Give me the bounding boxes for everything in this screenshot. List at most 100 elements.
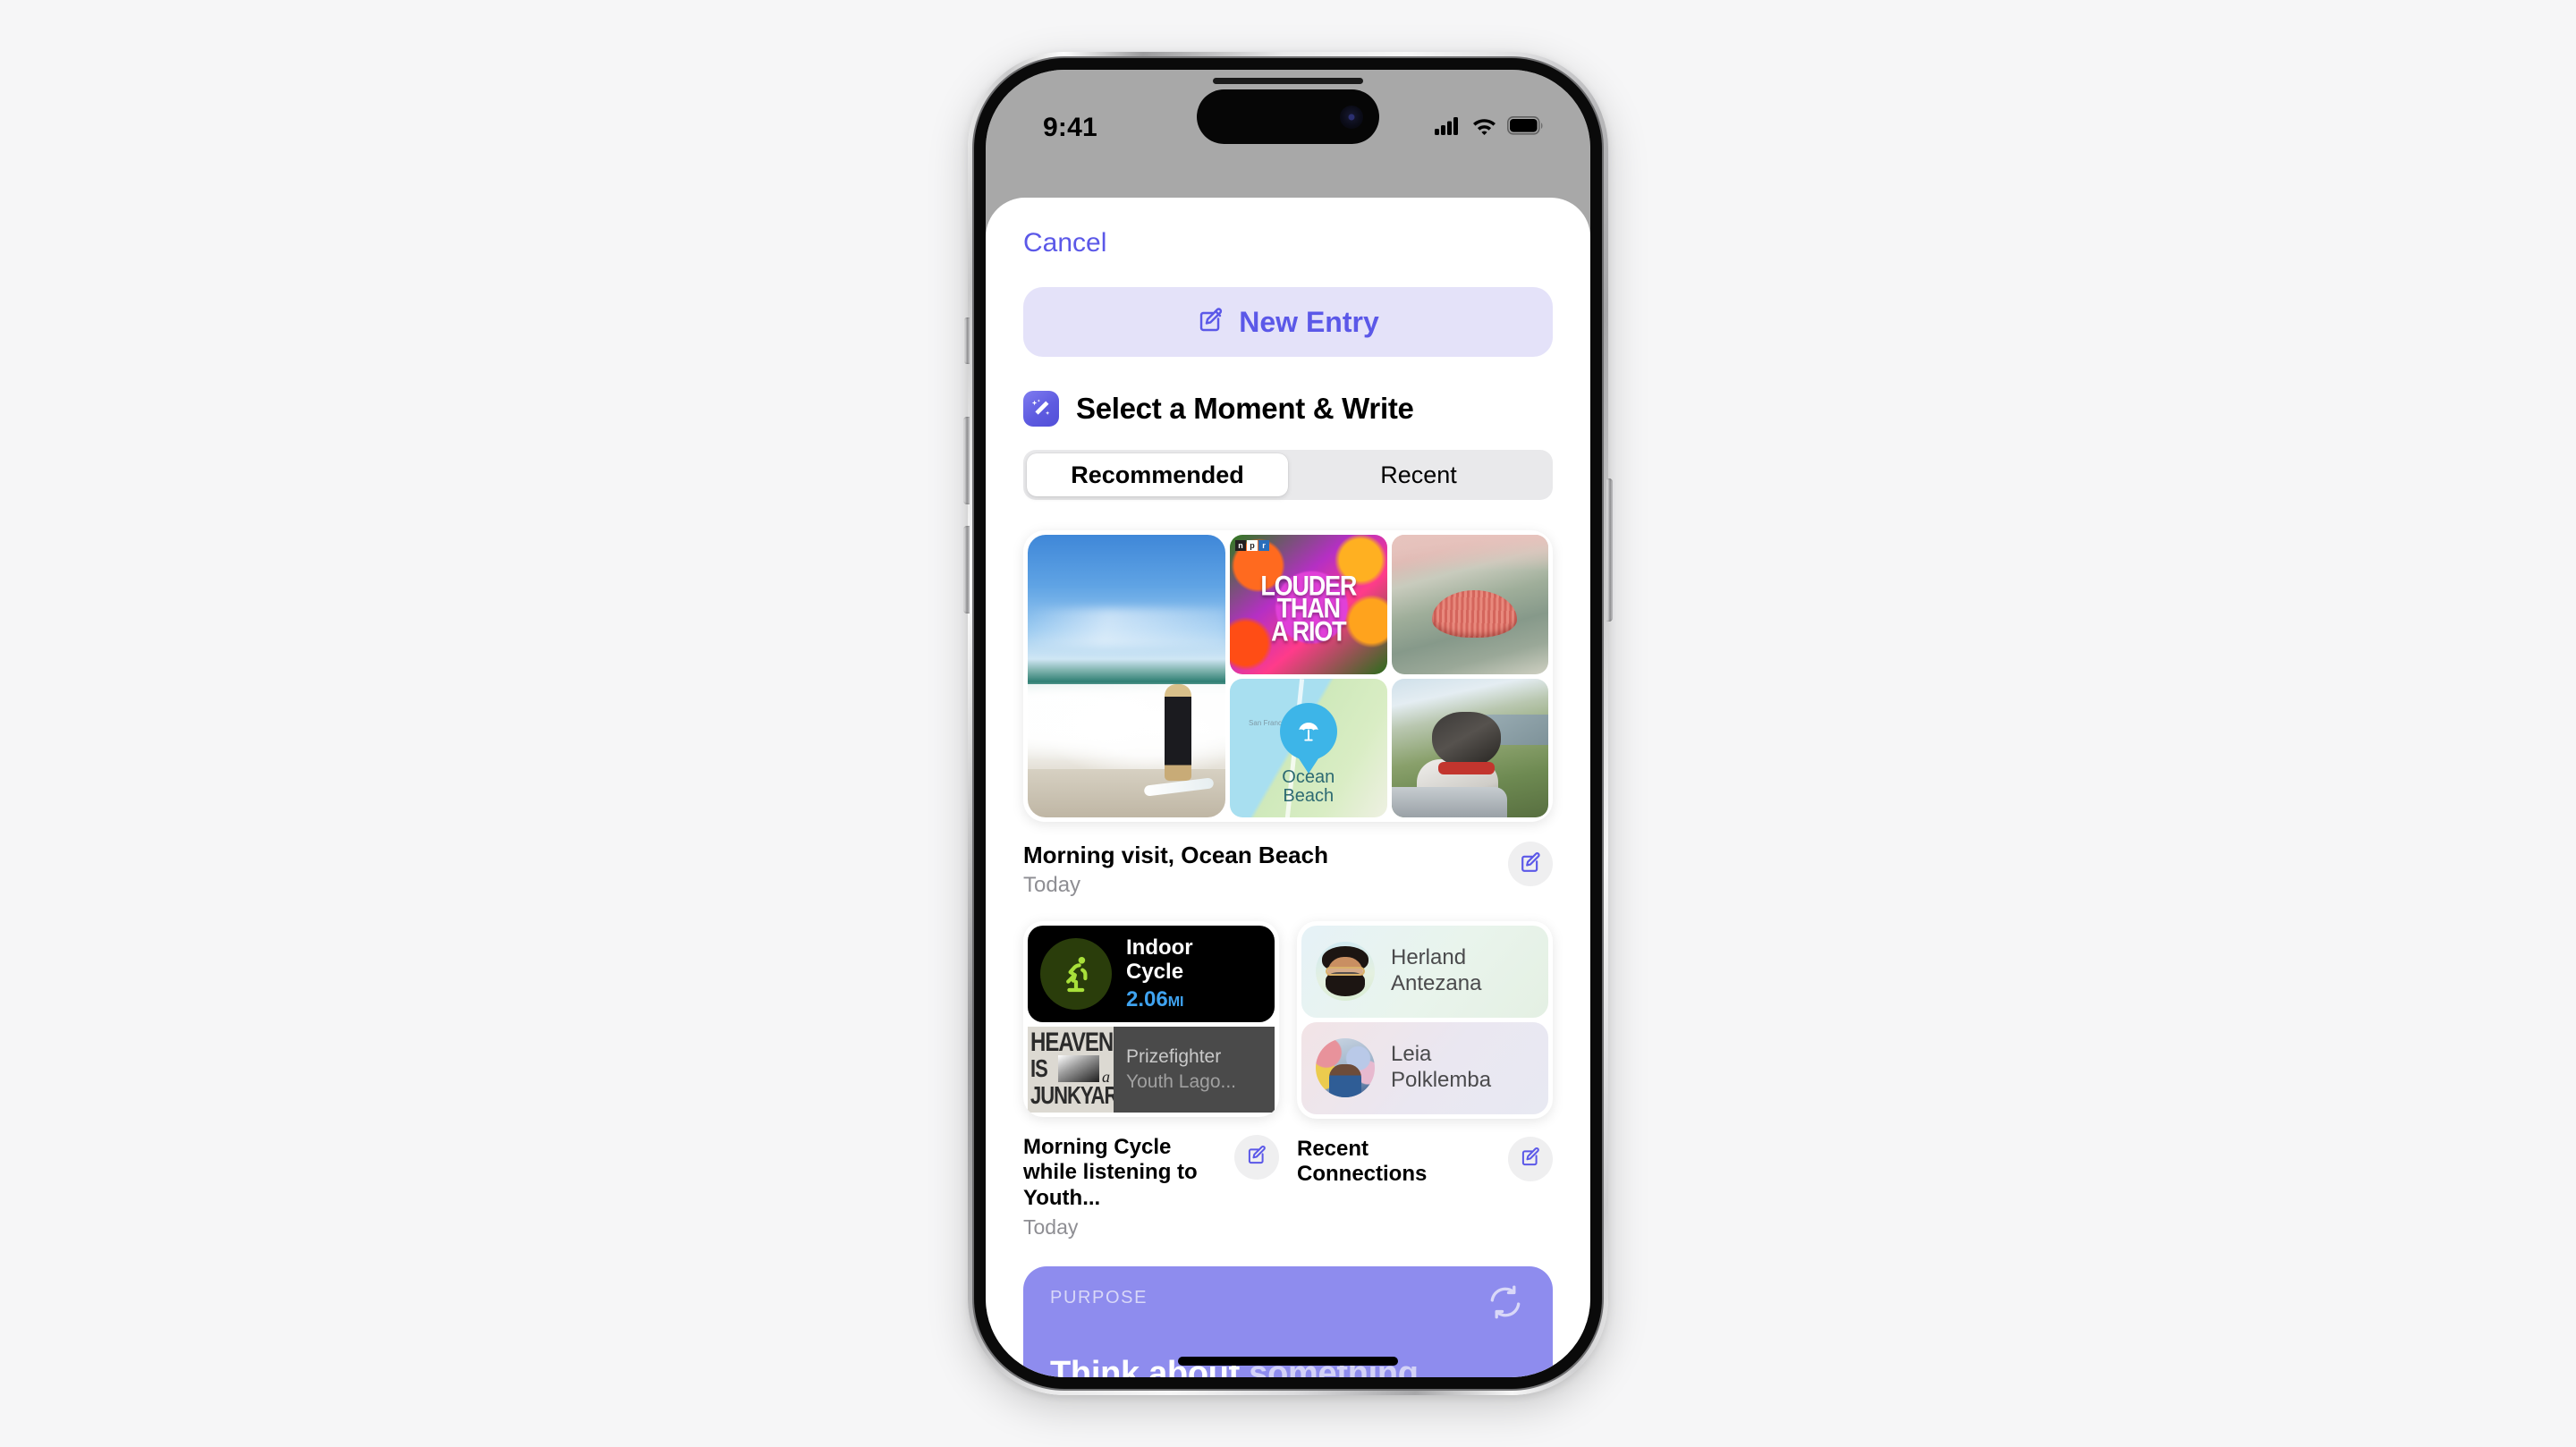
write-about-moment-button[interactable] xyxy=(1508,842,1553,886)
moment-card-morning-cycle[interactable]: Indoor Cycle 2.06MI HEAVEN IS a JUNKYA P… xyxy=(1023,920,1279,1117)
status-bar-indicators xyxy=(1435,116,1544,140)
new-entry-button[interactable]: New Entry xyxy=(1023,287,1553,357)
workout-distance: 2.06MI xyxy=(1126,987,1193,1012)
cancel-button[interactable]: Cancel xyxy=(1023,228,1106,258)
filter-segmented-control[interactable]: Recommended Recent xyxy=(1023,450,1553,500)
tab-recommended[interactable]: Recommended xyxy=(1027,453,1288,496)
connection-name-line-2: Antezana xyxy=(1391,971,1482,996)
write-about-moment-button[interactable] xyxy=(1508,1136,1553,1181)
npr-letter-r: r xyxy=(1258,540,1269,551)
page-title: Select a Moment & Write xyxy=(1076,392,1414,425)
dynamic-island xyxy=(1197,78,1379,144)
refresh-prompt-button[interactable] xyxy=(1485,1282,1526,1324)
tab-recent[interactable]: Recent xyxy=(1288,453,1549,496)
map-location-tile[interactable]: San Francisco Bay Ocean Beach xyxy=(1230,678,1387,817)
home-indicator[interactable] xyxy=(1178,1357,1398,1366)
sheet-header: Cancel xyxy=(986,198,1590,258)
photo-avatar xyxy=(1316,1038,1375,1098)
volume-up-button[interactable] xyxy=(963,417,970,504)
new-entry-label: New Entry xyxy=(1239,305,1379,338)
connection-name-line-1: Leia xyxy=(1391,1042,1432,1067)
podcast-artwork-tile[interactable]: n p r LOUDER THAN A RIOT xyxy=(1230,535,1387,674)
moment-caption-ocean-beach: Morning visit, Ocean Beach Today xyxy=(986,822,1590,898)
moments-two-up-row: Indoor Cycle 2.06MI HEAVEN IS a JUNKYA P… xyxy=(986,898,1590,1240)
moment-title: Morning visit, Ocean Beach xyxy=(1023,842,1328,868)
car-door-shape xyxy=(1391,786,1508,817)
purpose-card-header: PURPOSE xyxy=(1050,1285,1526,1324)
suggestions-list: n p r LOUDER THAN A RIOT San Francisco B… xyxy=(986,530,1590,1377)
moment-date: Today xyxy=(1023,1215,1079,1240)
moment-column-cycle: Indoor Cycle 2.06MI HEAVEN IS a JUNKYA P… xyxy=(1023,920,1279,1240)
caption-text-group: Recent Connections xyxy=(1297,1137,1499,1189)
surfer-figure xyxy=(1165,683,1192,781)
moment-card-ocean-beach[interactable]: n p r LOUDER THAN A RIOT San Francisco B… xyxy=(1023,530,1553,822)
seashell-photo-tile[interactable] xyxy=(1391,535,1548,674)
compose-pencil-icon xyxy=(1520,1147,1541,1171)
beach-umbrella-icon xyxy=(1279,702,1337,760)
caption-text-group: Morning visit, Ocean Beach Today xyxy=(1023,842,1328,898)
map-place-line-1: Ocean xyxy=(1282,766,1335,787)
device-screen: 9:41 Cancel New Entry Select a Moment & … xyxy=(986,70,1590,1377)
caption-text-group: Morning Cycle while listening to Youth..… xyxy=(1023,1135,1225,1240)
album-artwork: HEAVEN IS a JUNKYARD xyxy=(1028,1026,1114,1113)
journal-suggestions-sheet: Cancel New Entry Select a Moment & Write… xyxy=(986,198,1590,1377)
silent-switch-button[interactable] xyxy=(964,317,970,364)
dog-head-shape xyxy=(1432,711,1502,767)
collage-right-column: n p r LOUDER THAN A RIOT San Francisco B… xyxy=(1230,535,1548,817)
npr-logo-icon: n p r xyxy=(1235,540,1269,551)
memoji-avatar xyxy=(1316,942,1375,1002)
connection-name-line-2: Polklemba xyxy=(1391,1068,1492,1093)
compose-pencil-icon xyxy=(1519,851,1542,877)
dog-collar-shape xyxy=(1438,761,1496,774)
volume-down-button[interactable] xyxy=(963,526,970,613)
moment-column-connections: Herland Antezana Leia Polklemba Recent C… xyxy=(1297,920,1553,1240)
front-camera-icon xyxy=(1340,105,1363,129)
collage-row-top: n p r LOUDER THAN A RIOT xyxy=(1230,535,1548,674)
album-art-line-2: IS xyxy=(1030,1054,1048,1082)
beach-photo-tile[interactable] xyxy=(1028,535,1225,817)
album-art-line-3: JUNKYARD xyxy=(1030,1080,1114,1109)
connection-row-2[interactable]: Leia Polklemba xyxy=(1301,1021,1548,1114)
workout-text-group: Indoor Cycle 2.06MI xyxy=(1126,935,1193,1012)
track-artist: Youth Lago... xyxy=(1126,1070,1237,1092)
compose-pencil-icon xyxy=(1246,1145,1267,1169)
podcast-title-line-3: A RIOT xyxy=(1271,615,1347,647)
npr-letter-p: p xyxy=(1247,540,1258,551)
workout-name-line-2: Cycle xyxy=(1126,960,1184,985)
refresh-arrows-icon xyxy=(1487,1283,1524,1324)
moment-card-recent-connections[interactable]: Herland Antezana Leia Polklemba xyxy=(1297,920,1553,1119)
moment-title: Morning Cycle while listening to Youth..… xyxy=(1023,1134,1198,1211)
workout-name-line-1: Indoor xyxy=(1126,935,1193,960)
connection-name-group: Herland Antezana xyxy=(1391,945,1481,997)
moment-title: Recent Connections xyxy=(1297,1136,1428,1187)
podcast-title-art: LOUDER THAN A RIOT xyxy=(1230,535,1387,674)
surfer-walking-on-beach-photo xyxy=(1028,535,1225,817)
album-art-photo-inset xyxy=(1058,1054,1099,1082)
indoor-cycle-icon xyxy=(1040,937,1112,1010)
wifi-icon xyxy=(1471,116,1497,140)
battery-full-icon xyxy=(1507,116,1544,140)
page-canvas: 9:41 Cancel New Entry Select a Moment & … xyxy=(0,0,2576,1447)
dog-photo-tile[interactable] xyxy=(1391,678,1548,817)
memoji-beard-shape xyxy=(1326,972,1365,996)
npr-letter-n: n xyxy=(1235,540,1246,551)
workout-summary: Indoor Cycle 2.06MI xyxy=(1028,925,1275,1022)
moment-date: Today xyxy=(1023,872,1081,897)
iphone-device-mockup: 9:41 Cancel New Entry Select a Moment & … xyxy=(963,52,1613,1395)
workout-distance-value: 2.06 xyxy=(1126,986,1168,1011)
connection-name-group: Leia Polklemba xyxy=(1391,1042,1491,1094)
write-about-moment-button[interactable] xyxy=(1234,1134,1279,1180)
section-headline: Select a Moment & Write xyxy=(986,357,1590,427)
track-metadata: Prizefighter Youth Lago... xyxy=(1114,1026,1275,1113)
sheet-scroll-container[interactable]: Cancel New Entry Select a Moment & Write… xyxy=(986,198,1590,1377)
map-place-line-2: Beach xyxy=(1283,786,1335,807)
purpose-category-label: PURPOSE xyxy=(1050,1288,1148,1308)
side-power-button[interactable] xyxy=(1606,478,1613,622)
collage-row-bottom: San Francisco Bay Ocean Beach xyxy=(1230,678,1548,817)
compose-pencil-icon xyxy=(1197,307,1224,337)
status-bar-clock: 9:41 xyxy=(1043,113,1097,142)
connection-row-1[interactable]: Herland Antezana xyxy=(1301,925,1548,1018)
earpiece-speaker xyxy=(1213,78,1363,84)
track-title: Prizefighter xyxy=(1126,1046,1222,1068)
now-playing-row: HEAVEN IS a JUNKYARD Prizefighter xyxy=(1028,1026,1275,1113)
